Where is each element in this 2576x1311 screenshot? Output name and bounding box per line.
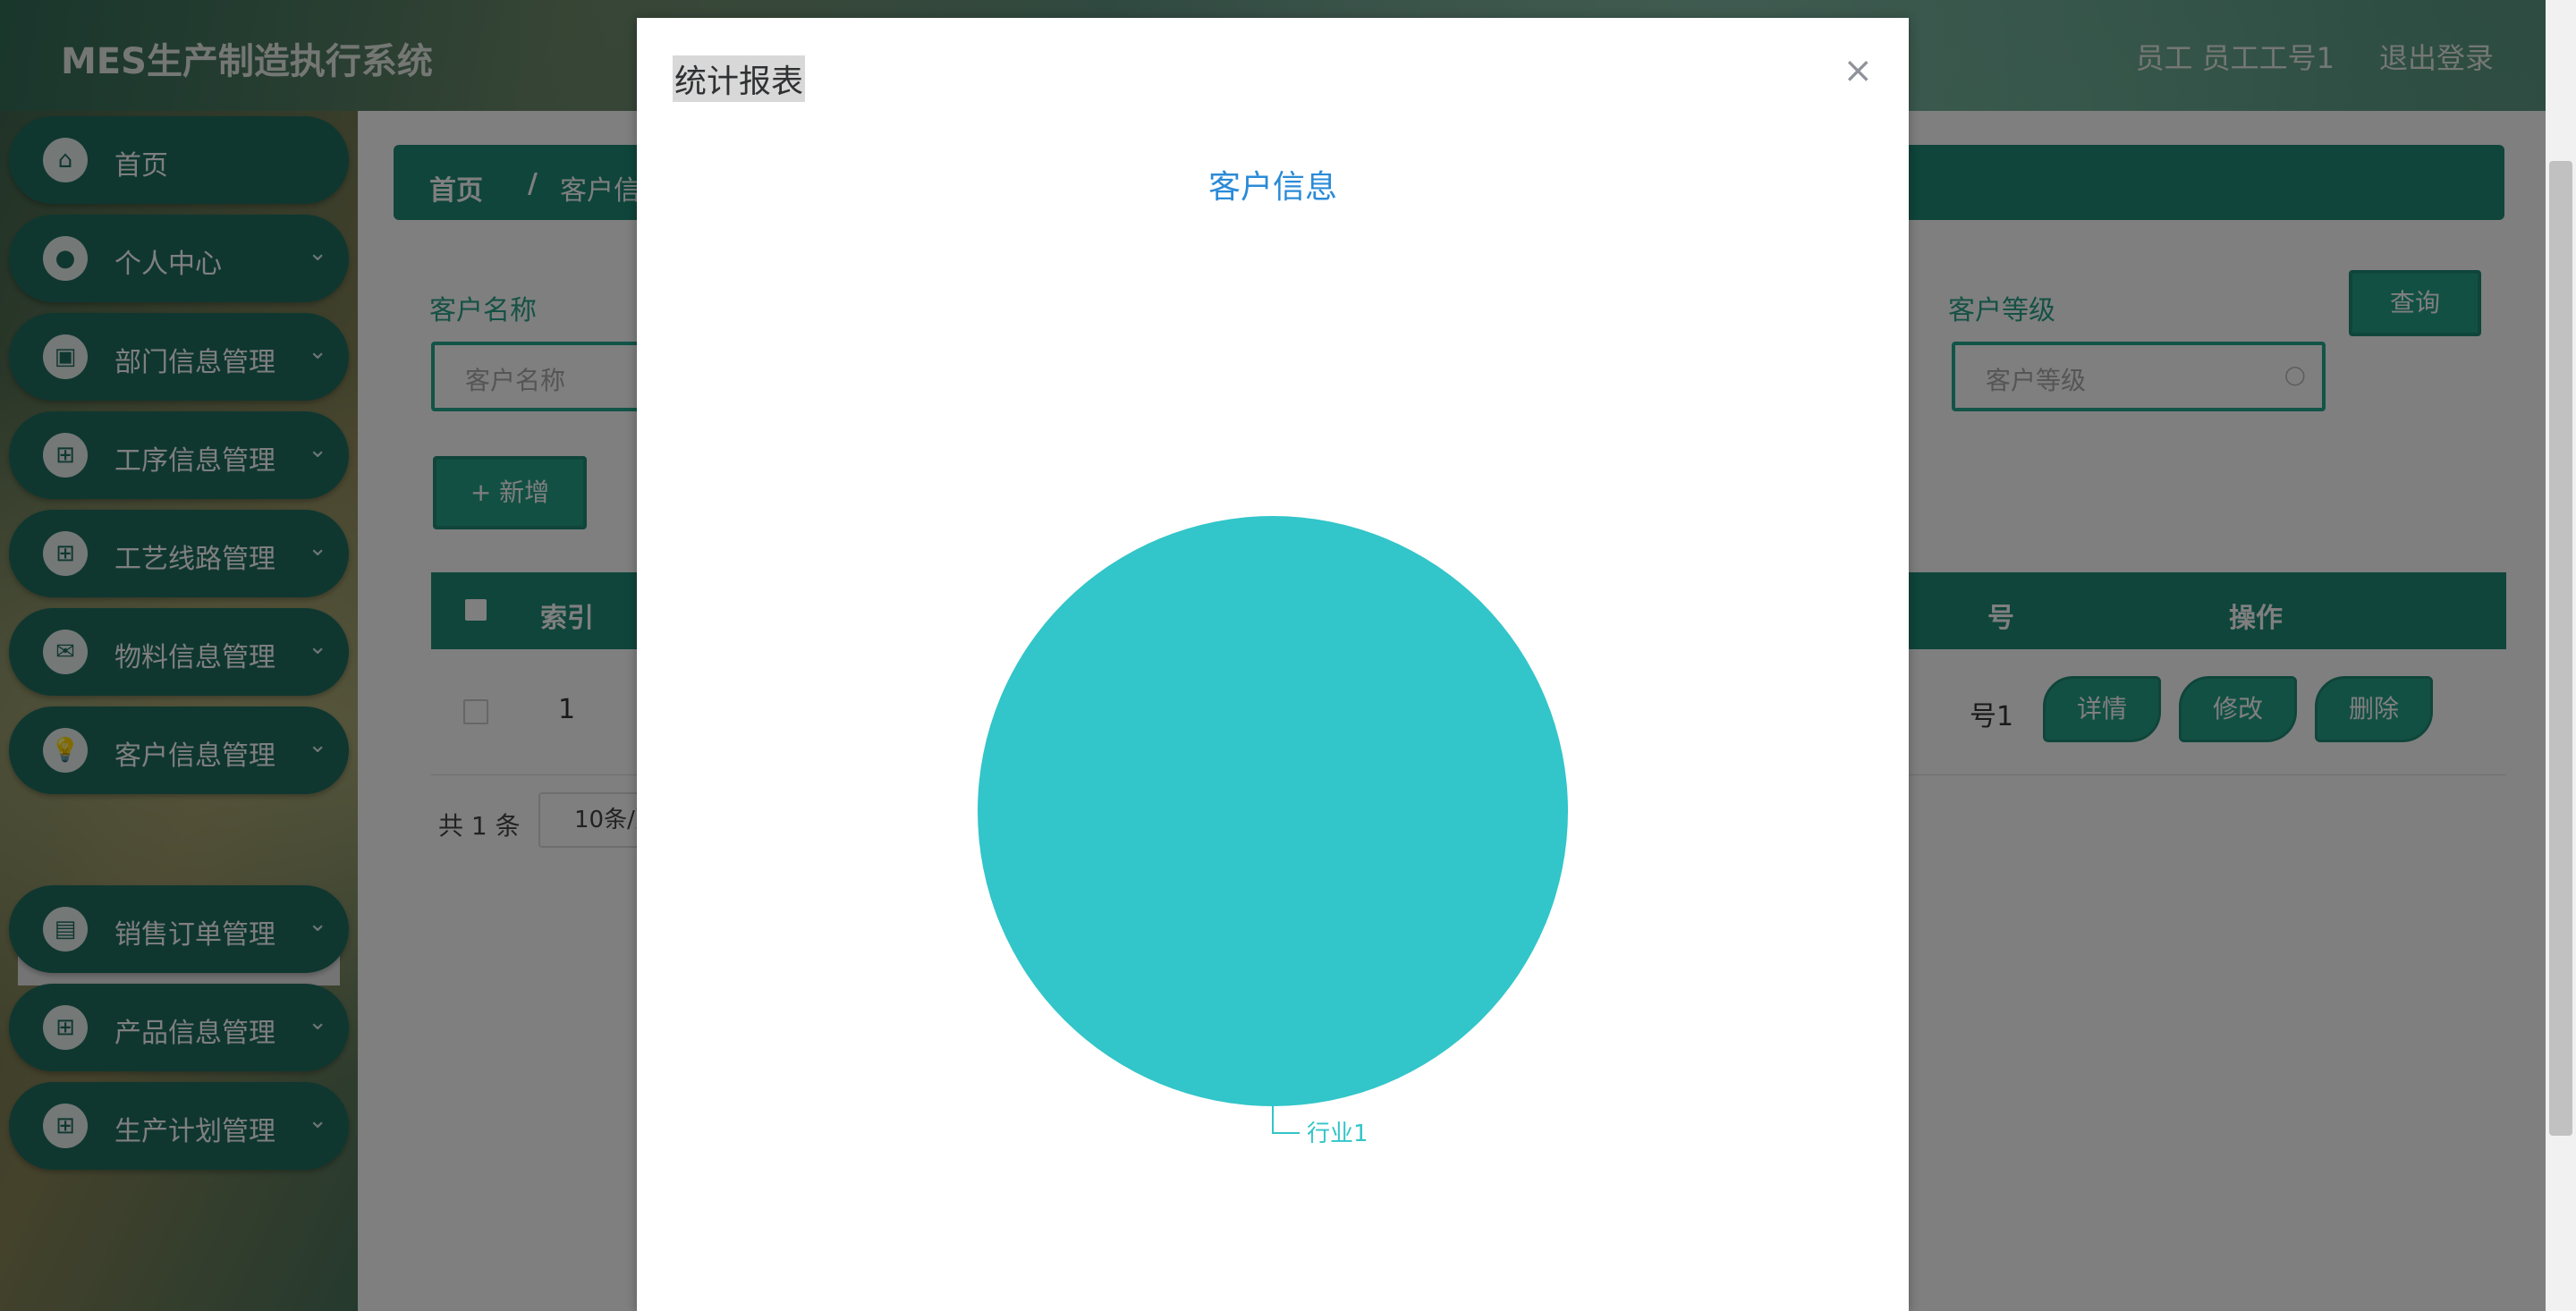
scrollbar-thumb[interactable] [2549, 161, 2572, 1136]
pie-labels: 行业1 [1272, 1106, 1368, 1147]
statistics-dialog: 统计报表 × 客户信息 行业1 [637, 18, 1909, 1311]
pie-label-line-0 [1272, 1106, 1300, 1134]
pie-label-0: 行业1 [1307, 1121, 1368, 1147]
pie-chart: 客户信息 行业1 [978, 169, 1568, 1147]
pie-slice-0[interactable] [978, 516, 1568, 1106]
pie-slices [978, 516, 1568, 1106]
chart-title: 客户信息 [1208, 169, 1337, 206]
